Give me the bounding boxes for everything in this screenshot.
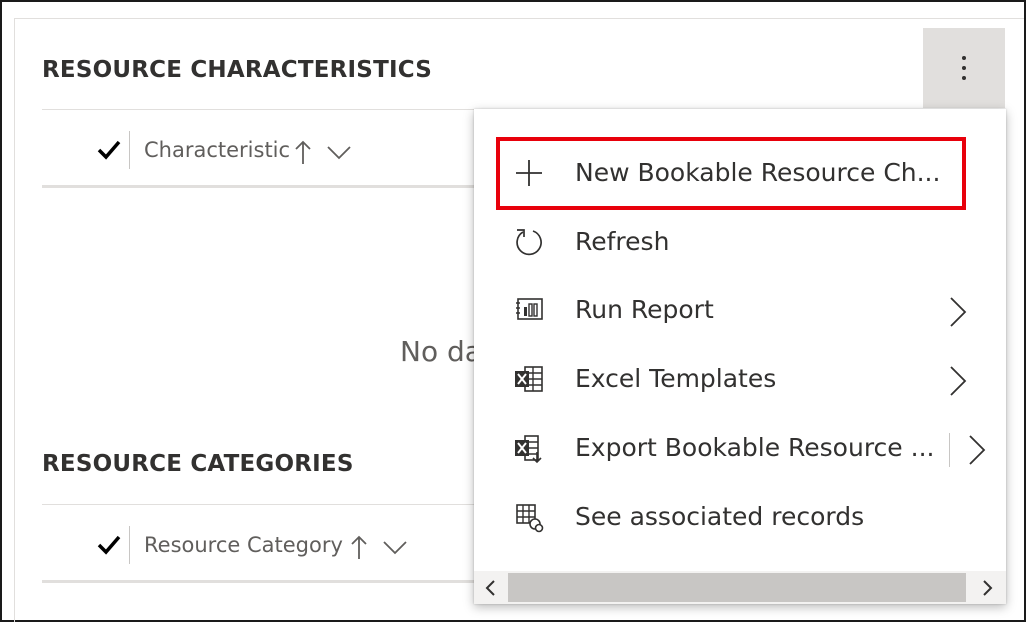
column-header-controls bbox=[294, 138, 352, 166]
menu-item-new-bookable-resource-characteristic[interactable]: New Bookable Resource Ch... bbox=[474, 140, 1006, 208]
sort-ascending-icon[interactable] bbox=[350, 533, 368, 561]
divider bbox=[42, 109, 474, 110]
menu-item-excel-templates[interactable]: Excel Templates bbox=[474, 346, 1006, 414]
menu-item-label: Export Bookable Resource ... bbox=[575, 433, 935, 462]
header-underline bbox=[42, 580, 474, 583]
more-commands-button[interactable] bbox=[923, 28, 1005, 108]
column-header-controls bbox=[350, 533, 408, 561]
plus-icon bbox=[512, 156, 546, 190]
column-separator bbox=[129, 526, 130, 564]
menu-item-label: New Bookable Resource Ch... bbox=[575, 158, 941, 187]
chevron-down-icon[interactable] bbox=[326, 144, 352, 160]
menu-item-refresh[interactable]: Refresh bbox=[474, 209, 1006, 277]
excel-template-icon bbox=[512, 362, 546, 396]
menu-item-run-report[interactable]: Run Report bbox=[474, 277, 1006, 345]
menu-item-see-associated-records[interactable]: See associated records bbox=[474, 484, 1006, 552]
column-header-resource-category[interactable]: Resource Category bbox=[144, 533, 343, 557]
select-all-checkmark-icon[interactable] bbox=[96, 137, 122, 163]
refresh-icon bbox=[512, 225, 546, 259]
header-underline bbox=[42, 185, 474, 188]
scroll-right-icon[interactable] bbox=[976, 577, 998, 599]
scroll-left-icon[interactable] bbox=[480, 577, 502, 599]
menu-item-label: Run Report bbox=[575, 295, 714, 324]
chevron-down-icon[interactable] bbox=[382, 539, 408, 555]
horizontal-scrollbar[interactable] bbox=[474, 571, 1006, 604]
app-frame: RESOURCE CHARACTERISTICS Characteristic … bbox=[0, 0, 1026, 622]
excel-export-icon bbox=[512, 431, 546, 465]
chevron-right-icon bbox=[950, 297, 967, 327]
scrollbar-thumb[interactable] bbox=[508, 573, 966, 602]
empty-state-text: No da bbox=[400, 335, 482, 368]
split-separator bbox=[949, 433, 950, 467]
column-separator bbox=[129, 131, 130, 169]
menu-item-label: Refresh bbox=[575, 227, 670, 256]
sort-ascending-icon[interactable] bbox=[294, 138, 312, 166]
chevron-right-icon[interactable] bbox=[966, 433, 988, 467]
overflow-menu: New Bookable Resource Ch... Refresh Run … bbox=[474, 109, 1006, 604]
chevron-right-icon bbox=[950, 366, 967, 396]
more-vertical-icon bbox=[962, 56, 966, 80]
select-all-checkmark-icon[interactable] bbox=[96, 532, 122, 558]
menu-item-export-bookable-resource[interactable]: Export Bookable Resource ... bbox=[474, 415, 1006, 483]
associated-records-icon bbox=[512, 500, 546, 534]
column-header-characteristic[interactable]: Characteristic bbox=[144, 138, 290, 162]
section-title-characteristics: RESOURCE CHARACTERISTICS bbox=[42, 57, 432, 83]
report-icon bbox=[512, 293, 546, 327]
menu-item-label: See associated records bbox=[575, 502, 865, 531]
section-title-categories: RESOURCE CATEGORIES bbox=[42, 451, 354, 477]
menu-item-label: Excel Templates bbox=[575, 364, 777, 393]
divider bbox=[42, 504, 474, 505]
